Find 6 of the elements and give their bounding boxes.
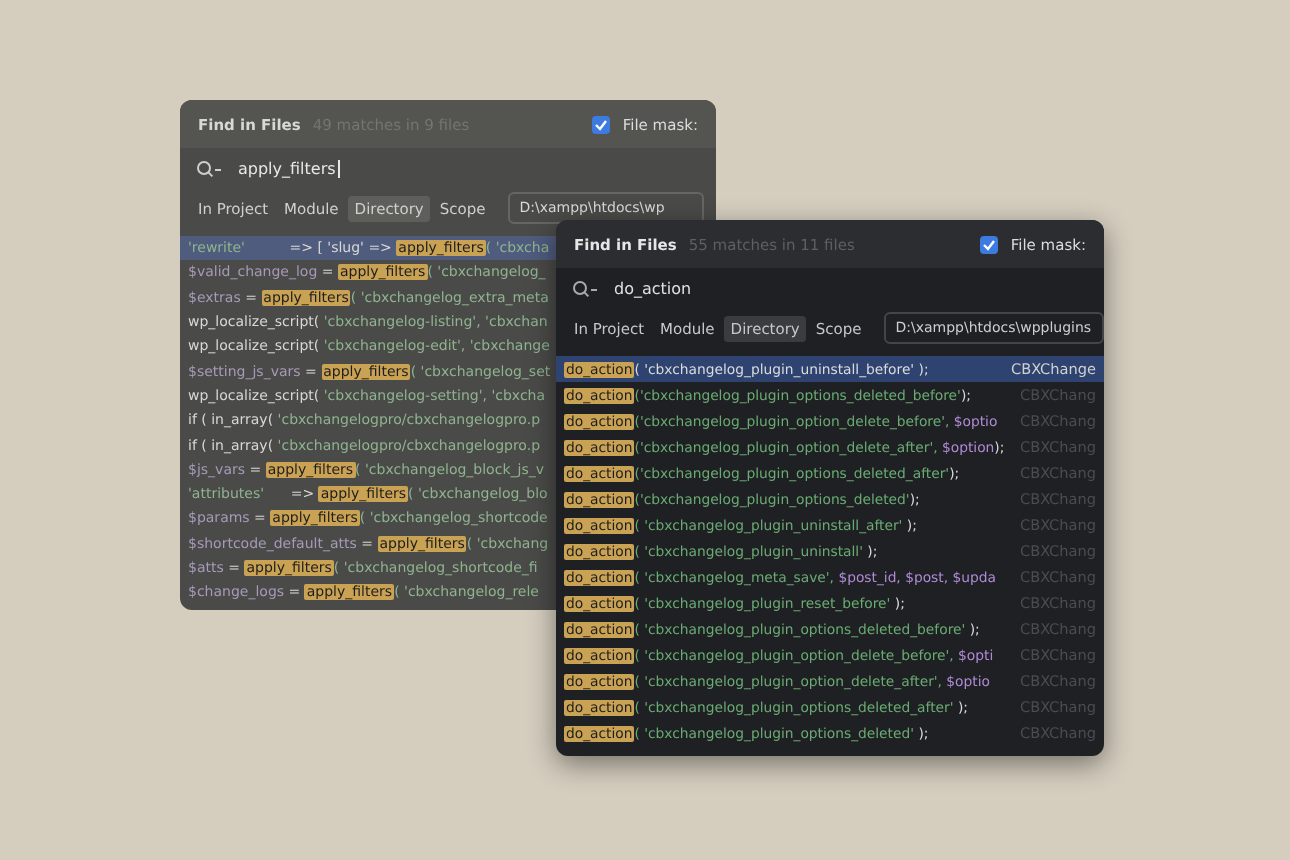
file-mask-checkbox[interactable] — [592, 115, 611, 133]
search-field[interactable]: apply_filters — [238, 159, 340, 177]
search-icon[interactable] — [196, 159, 222, 177]
search-field[interactable]: do_action — [614, 279, 694, 297]
file-mask-checkbox[interactable] — [980, 235, 999, 253]
search-icon[interactable] — [572, 279, 598, 297]
